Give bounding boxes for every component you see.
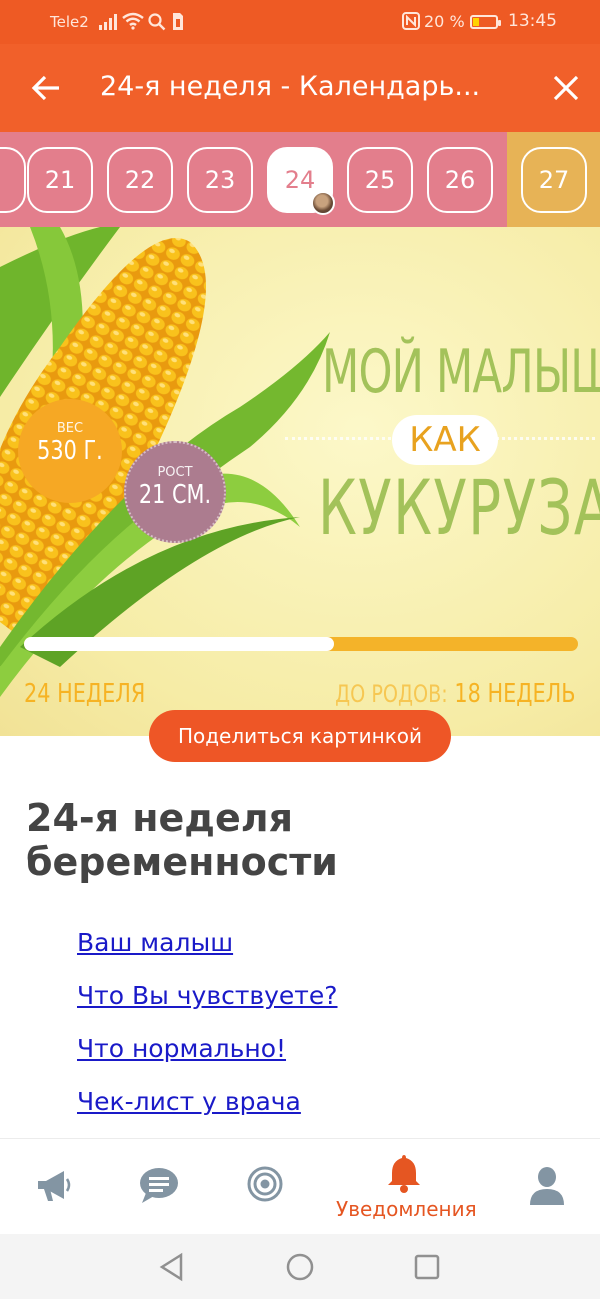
nav-notifications-label: Уведомления [336,1197,477,1221]
height-label: РОСТ [157,465,193,480]
progress-fill [24,637,335,651]
hero-title-line2: КУКУРУЗА [318,463,600,552]
system-navigation-bar [0,1234,600,1299]
hero-title-kak: КАК [392,415,498,465]
week-illustration: МОЙ МАЛЫШ КАК КУКУРУЗА ВЕС 530 Г. РОСТ 2… [0,227,600,736]
nfc-icon [402,12,420,30]
nav-item-chat[interactable] [108,1139,208,1235]
week-item[interactable]: 22 [107,147,173,213]
arrow-left-icon[interactable] [30,72,62,104]
week-item[interactable]: 25 [347,147,413,213]
avatar [311,191,335,215]
wifi-icon [122,12,144,30]
week-item[interactable]: 21 [27,147,93,213]
page-title: 24-я неделя - Календарь... [100,71,481,102]
app-bar: 24-я неделя - Календарь... [0,44,600,132]
toc-link[interactable]: Что нормально! [77,1034,338,1087]
carrier-name: Tele2 [50,13,89,31]
table-of-contents: Ваш малыш Что Вы чувствуете? Что нормаль… [77,928,338,1140]
nav-item-notifications[interactable]: Уведомления [336,1139,477,1235]
nav-item-goals[interactable] [214,1139,314,1235]
back-triangle-icon[interactable] [158,1252,186,1282]
week-item-selected[interactable]: 24 [267,147,335,215]
toc-link[interactable]: Ваш малыш [77,928,338,981]
sim-card-icon [173,13,183,30]
week-selector[interactable]: 21 22 23 24 25 26 27 [0,132,600,227]
until-value: 18 НЕДЕЛЬ [454,679,576,709]
weight-badge: ВЕС 530 Г. [18,399,122,503]
article-title: 24-я неделя беременности [26,796,338,884]
battery-percent: 20 % [424,12,465,31]
week-item[interactable]: 27 [521,147,587,213]
weight-label: ВЕС [56,421,84,436]
weight-value: 530 Г. [37,436,103,466]
pregnancy-progress-bar [24,637,578,651]
status-bar: Tele2 20 % 13:45 [0,0,600,44]
current-week-label: 24 НЕДЕЛЯ [24,679,146,709]
clock: 13:45 [508,11,557,31]
nav-item-profile[interactable] [498,1139,598,1235]
until-label: ДО РОДОВ: [335,680,449,708]
weeks-until-birth: ДО РОДОВ: 18 НЕДЕЛЬ [336,679,576,709]
week-item-20[interactable] [0,147,26,213]
toc-link[interactable]: Чек-лист у врача [77,1087,338,1140]
search-icon [148,13,166,31]
toc-link[interactable]: Что Вы чувствуете? [77,981,338,1034]
home-circle-icon[interactable] [285,1252,315,1282]
person-icon [530,1167,564,1205]
hero-title-line1: МОЙ МАЛЫШ [322,337,600,407]
chat-bubble-icon [140,1168,178,1203]
signal-icon [99,14,117,30]
megaphone-icon [38,1171,71,1201]
close-icon[interactable] [552,74,580,102]
week-item[interactable]: 26 [427,147,493,213]
nav-item-feed[interactable] [8,1139,108,1235]
target-icon [247,1166,283,1202]
week-number: 24 [284,166,316,194]
height-badge: РОСТ 21 СМ. [124,441,226,543]
bell-icon [388,1155,420,1193]
recents-square-icon[interactable] [413,1253,441,1281]
week-item[interactable]: 23 [187,147,253,213]
bottom-navigation: Уведомления [0,1138,600,1234]
height-value: 21 СМ. [138,480,212,510]
share-image-button[interactable]: Поделиться картинкой [149,710,451,762]
battery-icon [470,15,501,29]
